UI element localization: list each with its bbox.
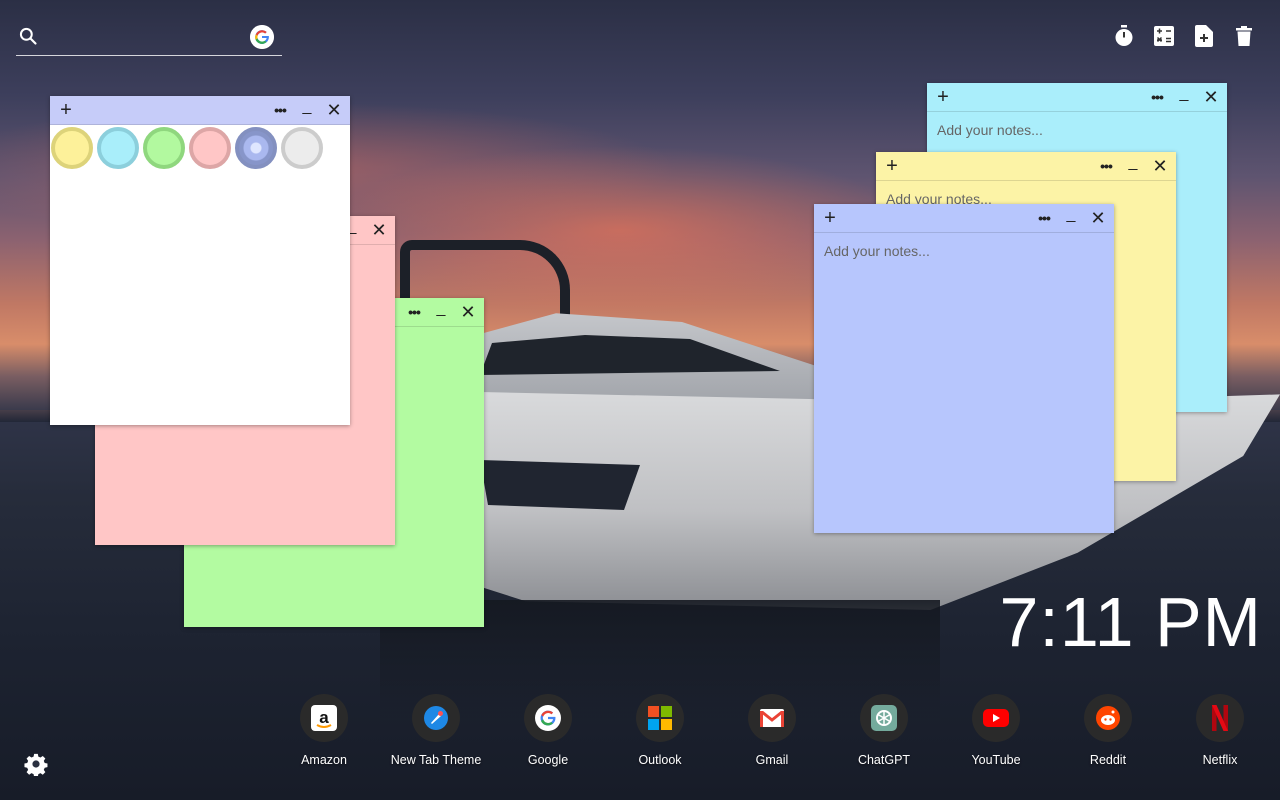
add-note-button[interactable]: +: [933, 83, 953, 111]
shortcut-label: Reddit: [1089, 753, 1127, 767]
shortcut-new-tab-theme[interactable]: New Tab Theme: [380, 694, 492, 767]
microsoft-icon[interactable]: [636, 694, 684, 742]
color-picker: [50, 125, 350, 171]
search-bar: [16, 20, 282, 56]
color-swatch-cyan[interactable]: [97, 127, 139, 169]
minimize-button[interactable]: _: [1174, 83, 1194, 111]
color-swatch-blue[interactable]: [235, 127, 277, 169]
close-button[interactable]: ✕: [1201, 83, 1221, 111]
minimize-button[interactable]: _: [1123, 152, 1143, 180]
close-button[interactable]: ✕: [1088, 204, 1108, 232]
more-options-button[interactable]: •••: [1096, 152, 1116, 180]
close-button[interactable]: ✕: [1150, 152, 1170, 180]
note-titlebar[interactable]: + ••• _ ✕: [876, 152, 1176, 181]
shortcut-chatgpt[interactable]: ChatGPT: [828, 694, 940, 767]
minimize-button[interactable]: _: [297, 96, 317, 124]
shortcut-label: ChatGPT: [857, 753, 911, 767]
shortcut-netflix[interactable]: Netflix: [1164, 694, 1276, 767]
svg-text:a: a: [319, 708, 329, 727]
wallpaper-yacht-stripe: [480, 460, 640, 510]
minimize-button[interactable]: _: [431, 298, 451, 326]
google-icon[interactable]: [524, 694, 572, 742]
close-button[interactable]: ✕: [369, 216, 389, 244]
note-titlebar[interactable]: + ••• _ ✕: [814, 204, 1114, 233]
shortcut-label: Google: [527, 753, 569, 767]
clock: 7:11 PM: [999, 583, 1262, 661]
youtube-icon[interactable]: [972, 694, 1020, 742]
sticky-note-blue[interactable]: + ••• _ ✕: [814, 204, 1114, 533]
google-icon[interactable]: [250, 25, 274, 49]
chatgpt-icon[interactable]: [860, 694, 908, 742]
shortcut-label: Netflix: [1202, 753, 1238, 767]
shortcut-youtube[interactable]: YouTube: [940, 694, 1052, 767]
note-titlebar[interactable]: + ••• _ ✕: [50, 96, 350, 125]
top-toolbar: [1112, 24, 1256, 48]
shortcut-label: Outlook: [638, 753, 682, 767]
color-swatch-white[interactable]: [281, 127, 323, 169]
close-button[interactable]: ✕: [324, 96, 344, 124]
shortcut-label: YouTube: [971, 753, 1021, 767]
add-note-button[interactable]: +: [882, 152, 902, 180]
shortcut-amazon[interactable]: a Amazon: [268, 694, 380, 767]
shortcut-label: Gmail: [755, 753, 789, 767]
close-button[interactable]: ✕: [458, 298, 478, 326]
minimize-button[interactable]: _: [1061, 204, 1081, 232]
gmail-icon[interactable]: [748, 694, 796, 742]
new-tab-theme-icon[interactable]: [412, 694, 460, 742]
trash-icon[interactable]: [1232, 24, 1256, 48]
color-swatch-pink[interactable]: [189, 127, 231, 169]
note-titlebar[interactable]: + ••• _ ✕: [927, 83, 1227, 112]
search-icon[interactable]: [18, 26, 38, 46]
timer-icon[interactable]: [1112, 24, 1136, 48]
sticky-note-white[interactable]: + ••• _ ✕: [50, 96, 350, 425]
more-options-button[interactable]: •••: [1034, 204, 1054, 232]
add-note-button[interactable]: +: [56, 96, 76, 124]
shortcut-google[interactable]: Google: [492, 694, 604, 767]
netflix-icon[interactable]: [1196, 694, 1244, 742]
shortcut-outlook[interactable]: Outlook: [604, 694, 716, 767]
gear-icon[interactable]: [24, 752, 48, 776]
more-options-button[interactable]: •••: [1147, 83, 1167, 111]
shortcut-label: Amazon: [301, 753, 347, 767]
color-swatch-green[interactable]: [143, 127, 185, 169]
shortcut-dock: a Amazon New Tab Theme Google Outlook Gm: [268, 694, 1276, 767]
shortcut-reddit[interactable]: Reddit: [1052, 694, 1164, 767]
new-note-icon[interactable]: [1192, 24, 1216, 48]
calculator-icon[interactable]: [1152, 24, 1176, 48]
search-input[interactable]: [52, 26, 256, 50]
reddit-icon[interactable]: [1084, 694, 1132, 742]
note-textarea[interactable]: [814, 233, 1114, 533]
more-options-button[interactable]: •••: [270, 96, 290, 124]
amazon-icon[interactable]: a: [300, 694, 348, 742]
add-note-button[interactable]: +: [820, 204, 840, 232]
color-swatch-yellow[interactable]: [51, 127, 93, 169]
more-options-button[interactable]: •••: [404, 298, 424, 326]
shortcut-label: New Tab Theme: [390, 753, 482, 767]
shortcut-gmail[interactable]: Gmail: [716, 694, 828, 767]
